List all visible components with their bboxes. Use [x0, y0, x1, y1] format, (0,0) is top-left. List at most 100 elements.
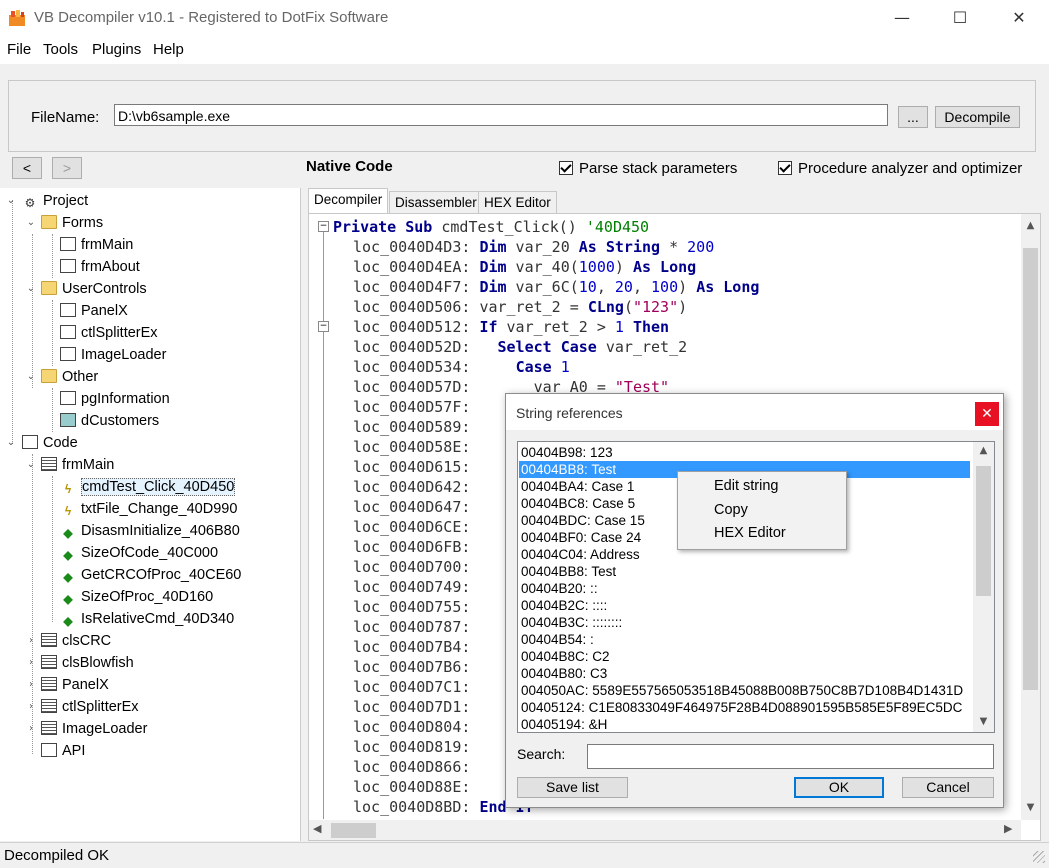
string-reference-item[interactable]: 00405194: &H	[521, 716, 607, 732]
list-scroll-down-icon[interactable]: ▼	[975, 716, 992, 727]
string-reference-item[interactable]: 00405124: C1E80833049F464975F28B4D088901…	[521, 699, 962, 716]
tab-decompiler[interactable]: Decompiler	[308, 188, 389, 214]
ok-button[interactable]: OK	[794, 777, 884, 798]
search-input[interactable]	[587, 744, 994, 769]
minimize-button[interactable]: —	[879, 0, 925, 36]
tree-ctlsplitterex[interactable]: ctlSplitterEx	[60, 322, 158, 344]
collapse-project[interactable]: ⌄	[6, 196, 16, 206]
tree-panelx[interactable]: PanelX	[60, 300, 128, 322]
tree-forms[interactable]: Forms	[41, 212, 103, 234]
tree-frmabout[interactable]: frmAbout	[60, 256, 140, 278]
tree-module[interactable]: ImageLoader	[41, 718, 147, 740]
string-reference-item[interactable]: 00404B98: 123	[521, 444, 613, 461]
tree-usercontrols[interactable]: UserControls	[41, 278, 147, 300]
tree-project[interactable]: ⚙ Project	[22, 190, 89, 212]
string-reference-item[interactable]: 00404B2C: ::::	[521, 597, 607, 614]
procedure-icon: ◆	[63, 526, 73, 540]
menu-file[interactable]: File	[7, 41, 31, 58]
string-reference-item[interactable]: 00404B54: :	[521, 631, 594, 648]
save-list-button[interactable]: Save list	[517, 777, 628, 798]
tab-hex-editor[interactable]: HEX Editor	[478, 191, 557, 213]
tree-module[interactable]: PanelX	[41, 674, 109, 696]
tree-module[interactable]: clsCRC	[41, 630, 111, 652]
collapse-code[interactable]: ⌄	[6, 438, 16, 448]
tree-pginformation[interactable]: pgInformation	[60, 388, 170, 410]
list-scroll-up-icon[interactable]: ▲	[975, 445, 992, 456]
code-line: loc_0040D88E:	[353, 778, 471, 796]
string-reference-item[interactable]: 00404BDC: Case 15	[521, 512, 645, 529]
menu-plugins[interactable]: Plugins	[92, 41, 141, 58]
close-button[interactable]: ✕	[996, 0, 1042, 36]
tree-proc[interactable]: ◆ SizeOfProc_40D160	[60, 586, 213, 608]
expand-module[interactable]: ›	[26, 636, 36, 646]
tree-proc[interactable]: ◆ DisasmInitialize_406B80	[60, 520, 239, 542]
proc-analyzer-checkbox[interactable]	[778, 161, 792, 175]
proc-analyzer-label: Procedure analyzer and optimizer	[798, 160, 1023, 177]
context-edit-string[interactable]: Edit string	[714, 478, 778, 494]
string-reference-item[interactable]: 00404B3C: ::::::::	[521, 614, 622, 631]
string-reference-item[interactable]: 00404BA4: Case 1	[521, 478, 634, 495]
tree-proc-label: GetCRCOfProc_40CE60	[81, 567, 242, 583]
collapse-usercontrols[interactable]: ⌄	[26, 284, 36, 294]
menu-tools[interactable]: Tools	[43, 41, 78, 58]
tree-module-label: ImageLoader	[62, 721, 148, 737]
forward-button[interactable]: >	[52, 157, 82, 179]
cancel-button[interactable]: Cancel	[902, 777, 994, 798]
vertical-scroll-thumb[interactable]	[1023, 248, 1038, 690]
menu-help[interactable]: Help	[153, 41, 184, 58]
expand-module[interactable]: ›	[26, 680, 36, 690]
resize-grip-icon[interactable]	[1033, 851, 1045, 863]
tree-code[interactable]: Code	[22, 432, 78, 454]
tree-proc[interactable]: ϟ txtFile_Change_40D990	[60, 498, 238, 520]
maximize-button[interactable]: ☐	[937, 0, 983, 36]
dialog-close-button[interactable]: ✕	[975, 402, 999, 426]
tree-dcustomers-label: dCustomers	[81, 413, 160, 429]
scroll-left-icon[interactable]: ◀	[313, 822, 321, 835]
tree-proc[interactable]: ◆ GetCRCOfProc_40CE60	[60, 564, 241, 586]
fold-toggle-icon[interactable]: −	[318, 221, 329, 232]
string-reference-item[interactable]: 00404BF0: Case 24	[521, 529, 641, 546]
string-reference-item[interactable]: 00404BC8: Case 5	[521, 495, 635, 512]
scroll-down-icon[interactable]: ▼	[1023, 802, 1038, 813]
string-reference-item[interactable]: 00404B8C: C2	[521, 648, 610, 665]
project-tree: ⌄ ⚙ Project ⌄ Forms frmMain frmAbout ⌄ Us…	[0, 188, 301, 841]
scroll-right-icon[interactable]: ▶	[1004, 822, 1012, 835]
collapse-frmmain-code[interactable]: ⌄	[26, 460, 36, 470]
tree-module[interactable]: ctlSplitterEx	[41, 696, 139, 718]
string-reference-item[interactable]: 00404B80: C3	[521, 665, 607, 682]
tab-disassembler[interactable]: Disassembler	[389, 191, 483, 213]
expand-module[interactable]: ›	[26, 724, 36, 734]
string-reference-item[interactable]: 004050AC: 5589E557565053518B45088B008B75…	[521, 682, 963, 699]
parse-stack-checkbox[interactable]	[559, 161, 573, 175]
filename-input[interactable]: D:\vb6sample.exe	[114, 104, 888, 126]
collapse-forms[interactable]: ⌄	[26, 218, 36, 228]
tree-frmmain[interactable]: frmMain	[60, 234, 133, 256]
collapse-other[interactable]: ⌄	[26, 372, 36, 382]
form-icon	[60, 259, 76, 273]
string-reference-item[interactable]: 00404B20: ::	[521, 580, 598, 597]
string-reference-item[interactable]: 00404C04: Address	[521, 546, 640, 563]
tree-api[interactable]: API	[41, 740, 85, 762]
fold-toggle-icon[interactable]: −	[318, 321, 329, 332]
browse-button[interactable]: ...	[898, 106, 928, 128]
context-copy[interactable]: Copy	[714, 502, 748, 518]
horizontal-scroll-thumb[interactable]	[331, 823, 376, 838]
code-horizontal-scrollbar[interactable]	[309, 820, 1021, 840]
back-button[interactable]: <	[12, 157, 42, 179]
list-scroll-thumb[interactable]	[976, 466, 991, 596]
tree-imageloader[interactable]: ImageLoader	[60, 344, 166, 366]
tree-module[interactable]: clsBlowfish	[41, 652, 134, 674]
expand-module[interactable]: ›	[26, 658, 36, 668]
context-hex-editor[interactable]: HEX Editor	[714, 525, 786, 541]
tree-proc[interactable]: ϟ cmdTest_Click_40D450	[60, 476, 236, 498]
tree-other[interactable]: Other	[41, 366, 98, 388]
tree-proc[interactable]: ◆ SizeOfCode_40C000	[60, 542, 218, 564]
decompile-button[interactable]: Decompile	[935, 106, 1020, 128]
tree-code-frmmain[interactable]: frmMain	[41, 454, 114, 476]
tree-code-label: Code	[43, 435, 78, 451]
scroll-up-icon[interactable]: ▲	[1023, 220, 1038, 231]
expand-module[interactable]: ›	[26, 702, 36, 712]
string-reference-item[interactable]: 00404BB8: Test	[521, 563, 616, 580]
tree-dcustomers[interactable]: dCustomers	[60, 410, 159, 432]
tree-proc[interactable]: ◆ IsRelativeCmd_40D340	[60, 608, 234, 630]
